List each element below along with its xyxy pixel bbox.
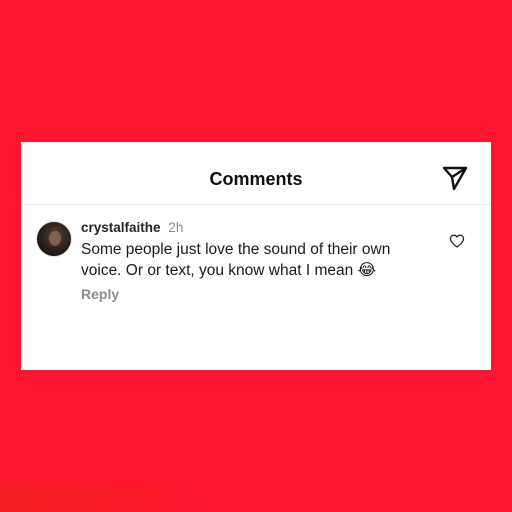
laughing-emoji: 😂 [357, 262, 377, 279]
avatar[interactable] [36, 221, 72, 257]
reply-button[interactable]: Reply [81, 286, 119, 302]
comment-body: Some people just love the sound of their… [81, 239, 431, 281]
heart-outline-icon[interactable] [449, 233, 465, 249]
comment-meta: crystalfaithe 2h [81, 219, 183, 237]
background-smudge [0, 484, 260, 512]
page-title: Comments [209, 169, 303, 189]
avatar-face [49, 231, 61, 246]
paper-plane-icon[interactable] [441, 164, 469, 192]
comments-header: Comments [21, 142, 491, 205]
comments-panel: Comments crystalfaithe 2h Some people ju… [21, 142, 491, 370]
comment-username[interactable]: crystalfaithe [81, 220, 161, 235]
comment-text: Some people just love the sound of their… [81, 241, 391, 279]
comment-timestamp: 2h [168, 220, 184, 235]
